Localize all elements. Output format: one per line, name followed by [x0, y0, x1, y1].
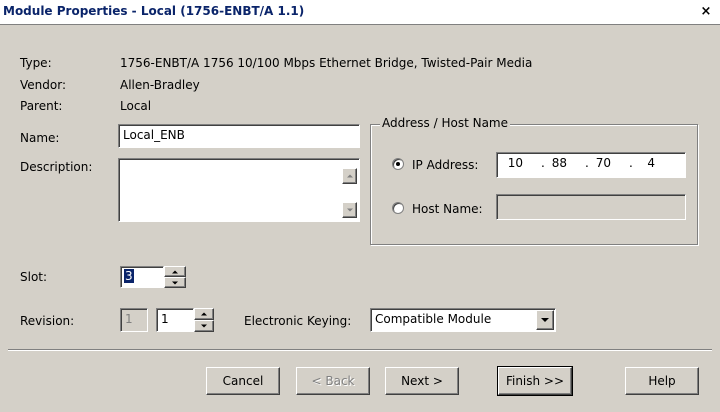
revision-spin-down[interactable] [194, 320, 214, 332]
next-button[interactable]: Next > [385, 367, 459, 395]
description-label: Description: [20, 160, 93, 174]
slot-label: Slot: [20, 270, 48, 284]
scroll-up-icon [346, 174, 353, 178]
slot-value: 3 [124, 269, 134, 283]
type-value: 1756-ENBT/A 1756 10/100 Mbps Ethernet Br… [120, 56, 533, 70]
revision-minor-value: 1 [161, 312, 169, 326]
electronic-keying-select[interactable]: Compatible Module [370, 308, 556, 332]
slot-spin-down[interactable] [164, 277, 186, 288]
footer-separator [8, 349, 712, 350]
ip-address-label: IP Address: [412, 158, 479, 172]
slot-spin-up[interactable] [164, 266, 186, 277]
title-separator [0, 24, 720, 25]
slot-field[interactable]: 3 [120, 266, 164, 288]
close-icon[interactable]: × [698, 4, 714, 20]
window-title: Module Properties - Local (1756-ENBT/A 1… [3, 4, 305, 18]
parent-label: Parent: [20, 99, 63, 113]
ip-octet-2: 88 [551, 156, 567, 170]
revision-major-value: 1 [125, 312, 133, 326]
host-name-field[interactable] [496, 194, 686, 220]
spin-down-icon [201, 324, 207, 328]
vendor-value: Allen-Bradley [120, 78, 200, 92]
title-bar: Module Properties - Local (1756-ENBT/A 1… [0, 0, 720, 24]
finish-button[interactable]: Finish >> [497, 366, 573, 396]
description-scroll-up[interactable] [342, 168, 357, 184]
cancel-button[interactable]: Cancel [206, 367, 280, 395]
description-field[interactable] [118, 158, 360, 222]
name-field[interactable]: Local_ENB [118, 124, 360, 148]
vendor-label: Vendor: [20, 78, 66, 92]
spin-down-icon [172, 281, 178, 284]
name-label: Name: [20, 131, 60, 145]
name-value: Local_ENB [123, 128, 185, 142]
electronic-keying-dropdown[interactable] [536, 310, 554, 330]
back-button: < Back [296, 367, 370, 395]
ip-address-field[interactable]: 10 . 88 . 70 . 4 [496, 152, 686, 178]
chevron-down-icon [541, 318, 549, 322]
address-groupbox [370, 124, 698, 245]
ip-octet-3: 70 [595, 156, 611, 170]
type-label: Type: [20, 56, 52, 70]
scroll-down-icon [346, 208, 353, 212]
ip-octet-1: 10 [507, 156, 523, 170]
revision-major-field: 1 [120, 308, 148, 332]
host-name-radio[interactable] [392, 202, 404, 214]
ip-address-radio[interactable] [392, 158, 404, 170]
revision-label: Revision: [20, 314, 75, 328]
help-button[interactable]: Help [625, 367, 699, 395]
spin-up-icon [172, 270, 178, 273]
revision-minor-field[interactable]: 1 [156, 308, 194, 332]
revision-spin-up[interactable] [194, 308, 214, 320]
host-name-label: Host Name: [412, 202, 483, 216]
parent-value: Local [120, 99, 152, 113]
electronic-keying-label: Electronic Keying: [244, 314, 352, 328]
description-scroll-down[interactable] [342, 202, 357, 218]
spin-up-icon [201, 312, 207, 316]
electronic-keying-value: Compatible Module [375, 312, 492, 326]
radio-selected-dot [396, 162, 400, 166]
ip-octet-4: 4 [647, 156, 655, 170]
address-group-title: Address / Host Name [380, 116, 510, 130]
